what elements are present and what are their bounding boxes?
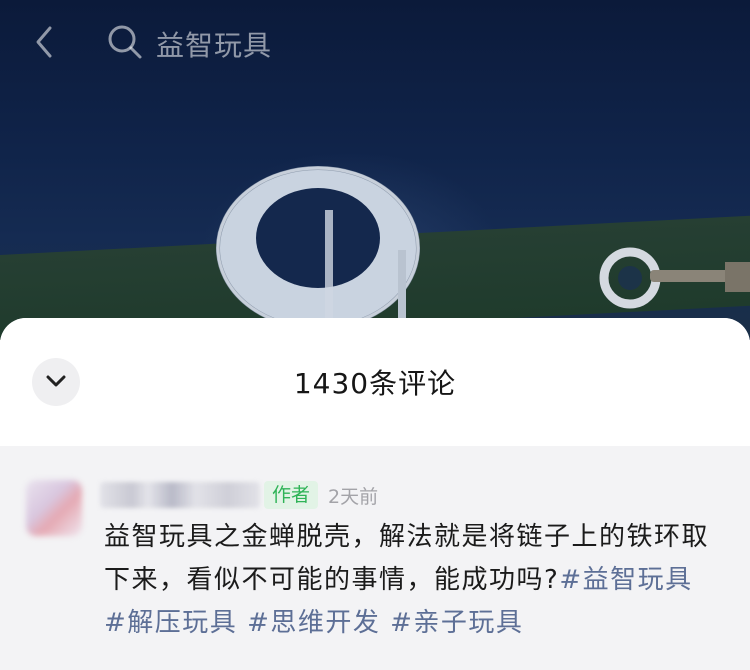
comment-sheet: 1430条评论 作者 2天前 益智玩具之金蝉脱壳，解法就是将链子上的铁环取下来，…	[0, 318, 750, 670]
comment-meta: 作者 2天前	[100, 480, 378, 510]
hashtag-link[interactable]: #亲子玩具	[390, 608, 523, 638]
sheet-header: 1430条评论	[0, 318, 750, 446]
hashtag-link[interactable]: #益智玩具	[559, 565, 692, 595]
back-button[interactable]	[22, 22, 66, 66]
search-icon	[106, 23, 144, 65]
back-arrow-icon	[32, 24, 56, 64]
comment-list: 作者 2天前 益智玩具之金蝉脱壳，解法就是将链子上的铁环取下来，看似不可能的事情…	[0, 446, 750, 670]
author-badge: 作者	[264, 481, 319, 509]
username-redacted[interactable]	[100, 482, 260, 508]
comment-count-title: 1430条评论	[293, 367, 457, 400]
hashtag-link[interactable]: #思维开发	[247, 608, 380, 638]
search-query: 益智玩具	[156, 29, 273, 62]
avatar[interactable]	[26, 480, 82, 536]
hashtag-link[interactable]: #解压玩具	[104, 608, 237, 638]
top-bar: 益智玩具	[0, 0, 750, 90]
comment-text[interactable]: 益智玩具之金蝉脱壳，解法就是将链子上的铁环取下来，看似不可能的事情，能成功吗?#…	[104, 516, 724, 645]
comment-time: 2天前	[328, 485, 379, 508]
search-box[interactable]: 益智玩具	[106, 20, 406, 68]
